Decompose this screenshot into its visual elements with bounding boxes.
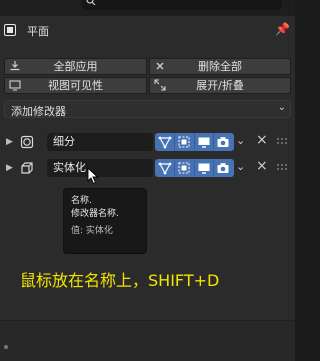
search-field[interactable] xyxy=(82,0,282,10)
expand-arrow-icon[interactable]: ▶ xyxy=(6,137,13,147)
apply-all-label: 全部应用 xyxy=(53,60,98,73)
tooltip-value: 值: 实体化 xyxy=(71,226,113,236)
delete-all-button[interactable]: 删除全部 xyxy=(149,58,291,75)
expand-arrows-icon xyxy=(154,79,166,91)
close-icon[interactable]: × xyxy=(256,132,268,148)
tooltip-line-2: 修改器名称. xyxy=(71,209,119,219)
search-icon xyxy=(86,0,96,6)
chevron-down-icon[interactable]: ⌄ xyxy=(236,134,245,147)
close-icon xyxy=(156,62,164,70)
modifier-panel-subdivision: ▶ 细分 ⌄ × xyxy=(0,132,295,154)
camera-icon[interactable] xyxy=(216,135,230,149)
object-type-icon xyxy=(4,24,16,36)
toggle-separator xyxy=(213,133,214,151)
monitor-icon[interactable] xyxy=(197,135,211,149)
toggle-separator xyxy=(213,159,214,177)
expand-collapse-label: 展开/折叠 xyxy=(196,79,244,92)
viewport-visibility-button[interactable]: 视图可见性 xyxy=(4,77,147,94)
apply-all-button[interactable]: 全部应用 xyxy=(4,58,147,75)
solidify-icon xyxy=(21,162,33,174)
modifier-toggle-group xyxy=(155,133,234,151)
bottom-panel xyxy=(0,321,295,361)
close-icon[interactable]: × xyxy=(256,158,268,174)
name-tooltip: 名称. 修改器名称. 值: 实体化 xyxy=(63,188,147,254)
monitor-icon[interactable] xyxy=(197,161,211,175)
modifier-panel-solidify: ▶ 实体化 ⌄ × xyxy=(0,158,295,180)
expand-arrow-icon[interactable]: ▶ xyxy=(6,163,13,173)
dot-icon xyxy=(4,345,8,349)
expand-collapse-button[interactable]: 展开/折叠 xyxy=(149,77,291,94)
instruction-caption: 鼠标放在名称上，SHIFT+D xyxy=(20,271,220,290)
camera-icon[interactable] xyxy=(216,161,230,175)
blender-modifier-properties: 平面 📌 全部应用 删除全部 视图可见性 展开/折叠 添加修改器 ⌄ ▶ 细分 … xyxy=(0,0,295,361)
monitor-icon xyxy=(9,80,21,91)
modifier-toggle-group xyxy=(155,159,234,177)
drag-handle-icon[interactable] xyxy=(277,138,289,146)
add-modifier-dropdown[interactable]: 添加修改器 ⌄ xyxy=(4,100,291,118)
pin-icon[interactable]: 📌 xyxy=(275,22,290,36)
edit-mode-toggle-icon[interactable] xyxy=(158,135,172,149)
tooltip-line-1: 名称. xyxy=(71,196,92,206)
toggle-separator xyxy=(194,133,195,151)
chevron-down-icon: ⌄ xyxy=(277,102,286,113)
toggle-separator xyxy=(194,159,195,177)
add-modifier-label: 添加修改器 xyxy=(11,105,66,118)
object-row: 平面 📌 xyxy=(0,20,295,42)
cage-toggle-icon[interactable] xyxy=(177,161,191,175)
edit-mode-toggle-icon[interactable] xyxy=(158,161,172,175)
viewport-visibility-label: 视图可见性 xyxy=(48,79,103,92)
delete-all-label: 删除全部 xyxy=(198,60,242,73)
subdivision-icon xyxy=(20,135,34,149)
toggle-separator xyxy=(174,159,175,177)
object-name: 平面 xyxy=(27,25,49,38)
top-header xyxy=(0,0,295,16)
drag-handle-icon[interactable] xyxy=(277,164,289,172)
mouse-cursor-icon xyxy=(87,167,99,185)
modifier-name-field[interactable]: 细分 xyxy=(47,133,153,151)
cage-toggle-icon[interactable] xyxy=(177,135,191,149)
toggle-separator xyxy=(174,133,175,151)
chevron-down-icon[interactable]: ⌄ xyxy=(236,160,245,173)
apply-download-icon xyxy=(10,61,20,71)
modifier-name-field[interactable]: 实体化 xyxy=(47,159,153,177)
